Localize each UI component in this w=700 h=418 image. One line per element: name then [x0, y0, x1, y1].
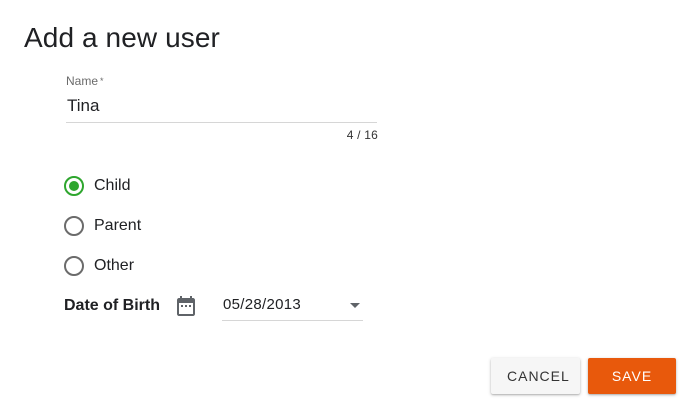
radio-label-parent: Parent: [94, 217, 142, 234]
radio-option-child[interactable]: Child: [62, 166, 141, 206]
cancel-button[interactable]: CANCEL: [491, 358, 580, 394]
chevron-down-icon[interactable]: [350, 303, 360, 308]
required-mark: *: [100, 76, 104, 86]
dob-label: Date of Birth: [64, 296, 160, 314]
save-button[interactable]: SAVE: [588, 358, 676, 394]
radio-label-child: Child: [94, 177, 131, 194]
add-user-dialog: Add a new user Name* 4 / 16 Child Parent…: [0, 0, 700, 418]
radio-button-other[interactable]: [64, 256, 84, 276]
date-of-birth-row: Date of Birth 05/28/2013: [64, 290, 363, 321]
name-field: Name* 4 / 16: [66, 74, 378, 142]
name-input[interactable]: [66, 88, 377, 123]
dialog-actions: CANCEL SAVE: [491, 358, 676, 394]
radio-button-parent[interactable]: [64, 216, 84, 236]
character-counter: 4 / 16: [346, 128, 378, 142]
radio-label-other: Other: [94, 257, 135, 274]
radio-button-child[interactable]: [64, 176, 84, 196]
dialog-title: Add a new user: [24, 22, 220, 53]
dob-date-select[interactable]: 05/28/2013: [222, 290, 363, 321]
role-radio-group: Child Parent Other: [62, 166, 141, 286]
name-label-text: Name: [66, 74, 99, 88]
calendar-icon[interactable]: [174, 294, 198, 318]
radio-option-parent[interactable]: Parent: [62, 206, 141, 246]
name-label: Name *: [66, 74, 378, 88]
radio-option-other[interactable]: Other: [62, 246, 141, 286]
dob-value: 05/28/2013: [223, 296, 302, 313]
